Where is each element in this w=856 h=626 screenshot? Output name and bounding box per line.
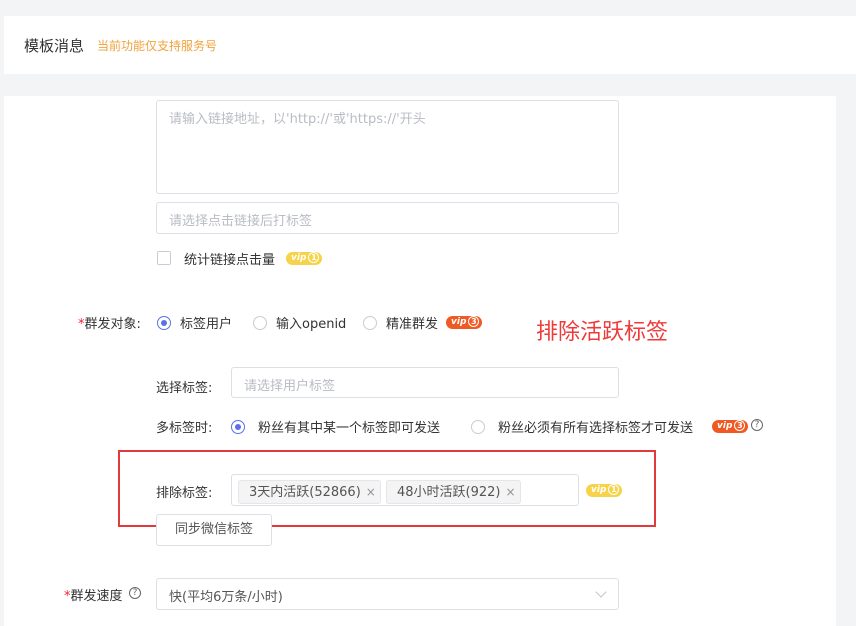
- click-tag-placeholder: 请选择点击链接后打标签: [169, 210, 312, 229]
- select-tag-placeholder: 请选择用户标签: [244, 375, 335, 394]
- click-tag-select[interactable]: 请选择点击链接后打标签: [156, 202, 619, 234]
- exclude-tag-label: 排除标签:: [156, 482, 212, 501]
- radio-precise[interactable]: [363, 316, 377, 330]
- select-tag-label: 选择标签:: [156, 377, 212, 396]
- speed-label: *群发速度: [64, 585, 123, 604]
- radio-tag-users[interactable]: [157, 316, 171, 330]
- annotation-text: 排除活跃标签: [536, 314, 668, 346]
- radio-any-tag-label[interactable]: 粉丝有其中某一个标签即可发送: [258, 417, 440, 436]
- radio-all-tags-label[interactable]: 粉丝必须有所有选择标签才可发送: [498, 417, 693, 436]
- chevron-down-icon: [595, 586, 606, 597]
- radio-precise-label[interactable]: 精准群发: [386, 313, 438, 332]
- speed-value: 快(平均6万条/小时): [169, 586, 283, 605]
- radio-openid[interactable]: [253, 316, 267, 330]
- speed-select[interactable]: 快(平均6万条/小时): [156, 578, 619, 610]
- exclude-tag-chip: 48小时活跃(922)×: [386, 480, 521, 504]
- target-label: *群发对象:: [78, 313, 141, 332]
- radio-any-tag[interactable]: [231, 420, 245, 434]
- exclude-tag-select[interactable]: 3天内活跃(52866)× 48小时活跃(922)×: [231, 474, 579, 506]
- stat-clicks-label: 统计链接点击量: [184, 249, 275, 268]
- exclude-tag-chip: 3天内活跃(52866)×: [238, 480, 381, 504]
- page-title: 模板消息: [24, 35, 84, 56]
- remove-tag-icon[interactable]: ×: [366, 485, 376, 499]
- radio-openid-label[interactable]: 输入openid: [276, 313, 346, 332]
- vip-badge: vip3: [446, 316, 482, 329]
- link-url-placeholder: 请输入链接地址，以'http://'或'https://'开头: [169, 108, 426, 127]
- select-tag-input[interactable]: 请选择用户标签: [231, 367, 619, 398]
- sync-wechat-tags-button[interactable]: 同步微信标签: [156, 514, 272, 546]
- help-icon[interactable]: ?: [129, 587, 141, 599]
- service-account-notice: 当前功能仅支持服务号: [97, 37, 217, 54]
- remove-tag-icon[interactable]: ×: [506, 485, 516, 499]
- help-icon[interactable]: ?: [751, 419, 763, 431]
- vip-badge: vip1: [286, 252, 322, 265]
- link-url-textarea[interactable]: 请输入链接地址，以'http://'或'https://'开头: [156, 100, 619, 194]
- vip-badge: vip3: [712, 420, 748, 433]
- stat-clicks-checkbox[interactable]: [157, 251, 171, 265]
- radio-tag-users-label[interactable]: 标签用户: [180, 313, 232, 332]
- multi-tag-label: 多标签时:: [156, 417, 212, 436]
- page-header: 模板消息 当前功能仅支持服务号: [4, 16, 856, 74]
- vip-badge: vip1: [586, 484, 622, 497]
- radio-all-tags[interactable]: [471, 420, 485, 434]
